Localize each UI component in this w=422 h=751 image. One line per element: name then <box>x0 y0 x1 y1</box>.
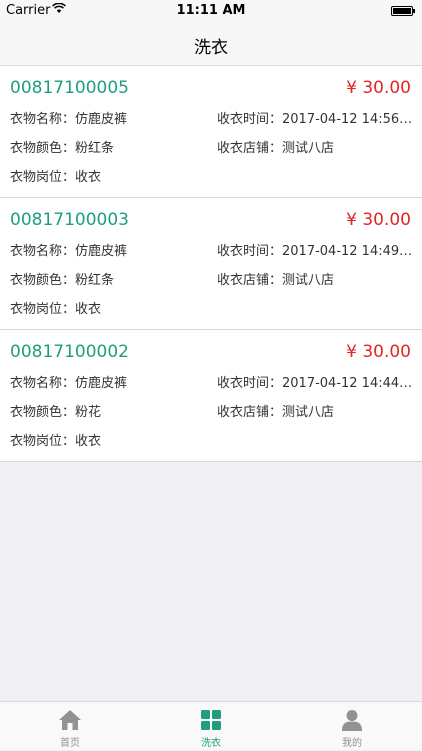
tab-laundry-label: 洗衣 <box>201 738 221 749</box>
garment-name: 衣物名称：仿鹿皮裤 <box>10 112 128 127</box>
order-number: 00817100002 <box>10 342 129 362</box>
garment-position: 衣物岗位：收衣 <box>10 302 102 317</box>
tab-profile[interactable]: 我的 <box>282 702 422 751</box>
navigation-bar: 洗衣 <box>0 22 422 66</box>
person-icon <box>342 710 362 731</box>
order-card[interactable]: 00817100003 ¥ 30.00 衣物名称：仿鹿皮裤 收衣时间：2017-… <box>0 198 422 330</box>
order-list[interactable]: 00817100005 ¥ 30.00 衣物名称：仿鹿皮裤 收衣时间：2017-… <box>0 66 422 462</box>
receive-time: 收衣时间：2017-04-12 14:56:... <box>217 112 415 127</box>
order-price: ¥ 30.00 <box>346 342 411 362</box>
garment-position: 衣物岗位：收衣 <box>10 434 102 449</box>
tab-home-label: 首页 <box>60 738 80 749</box>
receive-store: 收衣店铺：测试八店 <box>217 273 335 288</box>
order-card[interactable]: 00817100005 ¥ 30.00 衣物名称：仿鹿皮裤 收衣时间：2017-… <box>0 66 422 198</box>
home-icon <box>59 710 81 730</box>
garment-color: 衣物颜色：粉红条 <box>10 273 115 288</box>
garment-color: 衣物颜色：粉花 <box>10 405 102 420</box>
order-price: ¥ 30.00 <box>346 78 411 98</box>
receive-time: 收衣时间：2017-04-12 14:44:... <box>217 376 415 391</box>
page-title: 洗衣 <box>194 38 228 58</box>
garment-name: 衣物名称：仿鹿皮裤 <box>10 376 128 391</box>
order-card[interactable]: 00817100002 ¥ 30.00 衣物名称：仿鹿皮裤 收衣时间：2017-… <box>0 330 422 462</box>
grid-icon <box>201 710 221 730</box>
status-time: 11:11 AM <box>176 3 246 18</box>
status-bar: Carrier 11:11 AM <box>0 0 422 22</box>
receive-store: 收衣店铺：测试八店 <box>217 141 335 156</box>
receive-store: 收衣店铺：测试八店 <box>217 405 335 420</box>
order-price: ¥ 30.00 <box>346 210 411 230</box>
garment-color: 衣物颜色：粉红条 <box>10 141 115 156</box>
order-number: 00817100005 <box>10 78 129 98</box>
order-number: 00817100003 <box>10 210 129 230</box>
garment-name: 衣物名称：仿鹿皮裤 <box>10 244 128 259</box>
tab-profile-label: 我的 <box>342 738 362 749</box>
garment-position: 衣物岗位：收衣 <box>10 170 102 185</box>
tab-home[interactable]: 首页 <box>0 702 140 751</box>
battery-icon <box>391 6 415 16</box>
tab-bar: 首页 洗衣 我的 <box>0 701 422 750</box>
tab-laundry[interactable]: 洗衣 <box>141 702 281 751</box>
receive-time: 收衣时间：2017-04-12 14:49:... <box>217 244 415 259</box>
